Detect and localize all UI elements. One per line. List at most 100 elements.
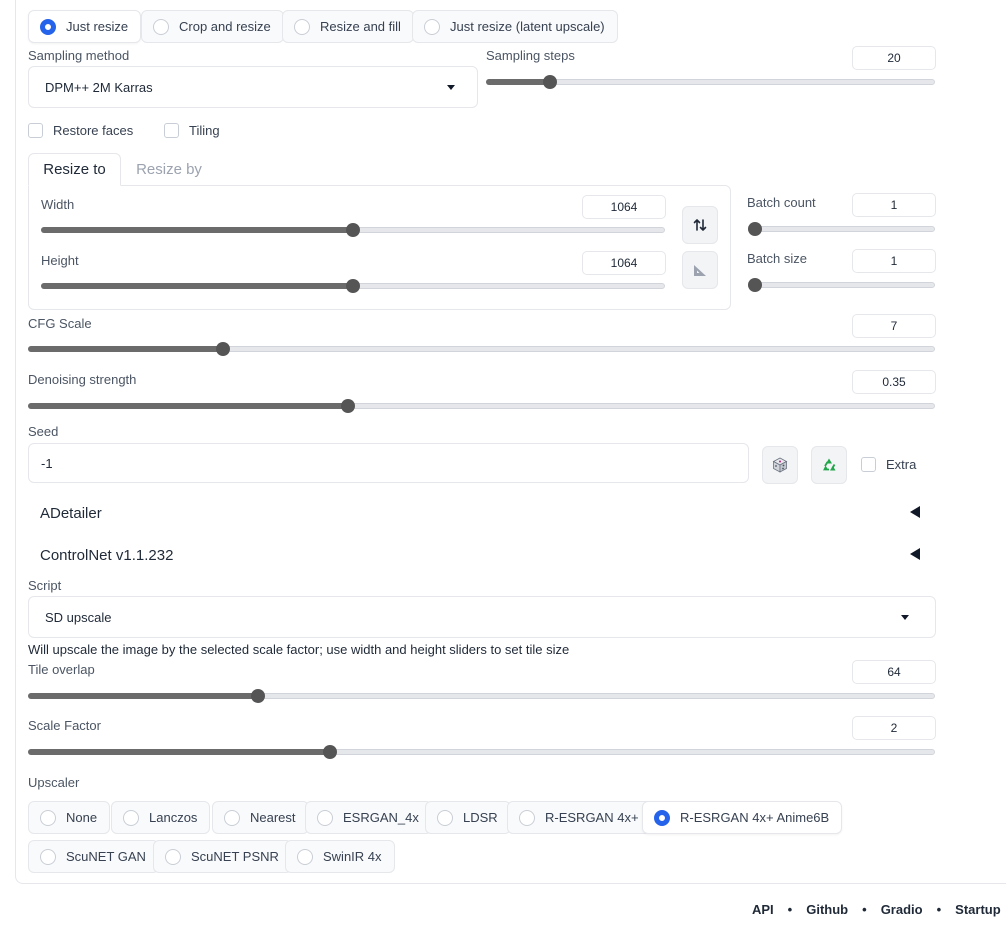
resize-mode-latent-upscale[interactable]: Just resize (latent upscale) (412, 10, 618, 43)
restore-faces-label: Restore faces (53, 123, 134, 138)
height-slider[interactable] (41, 279, 665, 293)
checkbox-box[interactable] (28, 123, 43, 138)
radio-icon (40, 848, 56, 865)
scale-factor-slider[interactable] (28, 745, 935, 759)
reuse-seed-button[interactable] (811, 446, 847, 484)
upscaler-option-label: ScuNET GAN (66, 849, 146, 864)
height-input[interactable]: 1064 (582, 251, 666, 275)
resize-mode-resize-and-fill[interactable]: Resize and fill (282, 10, 414, 43)
upscaler-option-label: ScuNET PSNR (191, 849, 279, 864)
extra-label: Extra (886, 457, 917, 472)
sampling-method-dropdown[interactable]: DPM++ 2M Karras (28, 66, 478, 108)
scale-factor-input[interactable]: 2 (852, 716, 936, 740)
slider-thumb[interactable] (251, 689, 266, 703)
resize-mode-crop-and-resize[interactable]: Crop and resize (141, 10, 284, 43)
collapse-arrow-icon[interactable] (910, 548, 920, 560)
batch-size-label: Batch size (747, 251, 807, 266)
radio-icon (317, 809, 333, 826)
slider-thumb[interactable] (748, 278, 762, 292)
upscaler-option-lanczos[interactable]: Lanczos (111, 801, 211, 834)
footer-separator: • (862, 902, 867, 917)
seed-input[interactable]: -1 (28, 443, 749, 483)
batch-count-slider[interactable] (748, 222, 935, 236)
checkbox-box[interactable] (164, 123, 179, 138)
upscaler-option-ldsr[interactable]: LDSR (425, 801, 511, 834)
upscaler-option-scunet-psnr[interactable]: ScuNET PSNR (153, 840, 292, 873)
tab-resize-by[interactable]: Resize by (126, 153, 212, 186)
cfg-scale-input[interactable]: 7 (852, 314, 936, 338)
footer-link-startup[interactable]: Startup (955, 902, 1001, 917)
upscaler-option-label: ESRGAN_4x (343, 810, 419, 825)
tab-resize-to[interactable]: Resize to (28, 153, 121, 186)
triangle-ruler-icon (694, 265, 706, 276)
radio-icon (294, 18, 310, 35)
seed-value: -1 (41, 455, 53, 471)
slider-thumb[interactable] (346, 279, 360, 293)
checkbox-box[interactable] (861, 457, 876, 472)
swap-dimensions-button[interactable] (682, 206, 718, 244)
upscaler-option-label: SwinIR 4x (323, 849, 382, 864)
resize-mode-just-resize[interactable]: Just resize (28, 10, 142, 43)
height-label: Height (41, 253, 79, 268)
slider-thumb[interactable] (340, 399, 355, 413)
sampling-steps-input[interactable]: 20 (852, 46, 936, 70)
batch-count-input[interactable]: 1 (852, 193, 936, 217)
width-input[interactable]: 1064 (582, 195, 666, 219)
footer-link-github[interactable]: Github (806, 902, 848, 917)
upscaler-option-r-esrgan-4x-plus-anime6b[interactable]: R-ESRGAN 4x+ Anime6B (642, 801, 843, 834)
controlnet-accordion[interactable]: ControlNet v1.1.232 (40, 547, 173, 564)
chevron-down-icon (901, 615, 909, 620)
radio-icon (424, 18, 440, 35)
footer-link-gradio[interactable]: Gradio (881, 902, 923, 917)
footer-separator: • (936, 902, 942, 917)
slider-thumb[interactable] (346, 223, 360, 237)
upscaler-option-label: LDSR (463, 810, 498, 825)
radio-icon (165, 848, 181, 865)
upscaler-option-r-esrgan-4x-plus[interactable]: R-ESRGAN 4x+ (507, 801, 652, 834)
restore-faces-checkbox[interactable]: Restore faces (28, 123, 133, 138)
slider-thumb[interactable] (748, 222, 762, 236)
slider-thumb[interactable] (542, 75, 557, 89)
seed-label: Seed (28, 424, 59, 439)
batch-size-input[interactable]: 1 (852, 249, 936, 273)
tile-overlap-slider[interactable] (28, 689, 935, 703)
tiling-checkbox[interactable]: Tiling (164, 123, 220, 138)
adetailer-accordion[interactable]: ADetailer (40, 505, 102, 522)
radio-icon (153, 18, 169, 35)
collapse-arrow-icon[interactable] (910, 506, 920, 518)
resize-mode-label: Just resize (66, 19, 129, 34)
denoising-strength-slider[interactable] (28, 399, 935, 413)
radio-icon (437, 809, 453, 826)
upscaler-option-swinir-4x[interactable]: SwinIR 4x (285, 840, 395, 873)
extra-seed-checkbox[interactable]: Extra (861, 457, 916, 472)
upscaler-option-esrgan-4x[interactable]: ESRGAN_4x (305, 801, 432, 834)
scale-factor-label: Scale Factor (28, 718, 101, 733)
upscaler-option-nearest[interactable]: Nearest (212, 801, 309, 834)
batch-size-slider[interactable] (748, 278, 935, 292)
denoising-strength-input[interactable]: 0.35 (852, 370, 936, 394)
sampling-steps-slider[interactable] (486, 75, 935, 89)
dice-icon (772, 457, 788, 473)
width-slider[interactable] (41, 223, 665, 237)
aspect-ratio-button[interactable] (682, 251, 718, 289)
batch-count-label: Batch count (747, 195, 816, 210)
upscaler-option-none[interactable]: None (28, 801, 111, 834)
radio-icon (123, 809, 139, 826)
footer-link-api[interactable]: API (752, 902, 774, 917)
upscaler-option-label: R-ESRGAN 4x+ (545, 810, 639, 825)
sampling-method-value: DPM++ 2M Karras (45, 79, 153, 95)
upscaler-option-scunet-gan[interactable]: ScuNET GAN (28, 840, 159, 873)
radio-icon (224, 809, 240, 826)
upscaler-option-label: R-ESRGAN 4x+ Anime6B (680, 810, 830, 825)
cfg-scale-slider[interactable] (28, 342, 935, 356)
script-dropdown[interactable]: SD upscale (28, 596, 936, 638)
random-seed-button[interactable] (762, 446, 798, 484)
tile-overlap-input[interactable]: 64 (852, 660, 936, 684)
slider-thumb[interactable] (215, 342, 230, 356)
resize-mode-label: Crop and resize (179, 19, 271, 34)
slider-thumb[interactable] (322, 745, 337, 759)
script-info-text: Will upscale the image by the selected s… (28, 642, 570, 657)
footer-links: API • Github • Gradio • Startup (752, 902, 1001, 917)
tiling-label: Tiling (189, 123, 220, 138)
chevron-down-icon (447, 85, 455, 90)
